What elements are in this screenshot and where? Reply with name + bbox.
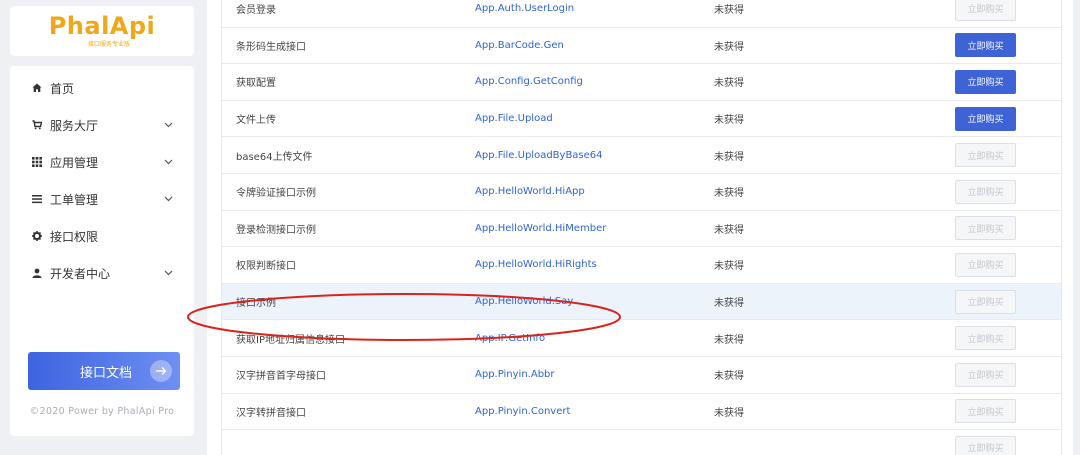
sidebar-item-api-permission[interactable]: 接口权限 (10, 218, 194, 254)
buy-now-button[interactable]: 立即购买 (955, 399, 1016, 424)
table-row: 权限判断接口 App.HelloWorld.HiRights 未获得 立即购买 (222, 247, 1061, 284)
arrow-right-icon (150, 360, 172, 382)
api-path-link[interactable]: App.Pinyin.Convert (475, 394, 570, 430)
api-name: 接口示例 (236, 298, 276, 310)
gear-icon (30, 229, 44, 243)
api-path-link[interactable]: App.IP.GetInfo (475, 320, 545, 356)
buy-now-button[interactable]: 立即购买 (955, 362, 1016, 387)
chevron-down-icon (162, 156, 174, 168)
api-status: 未获得 (714, 78, 744, 90)
logo-text: PhalApi (48, 12, 156, 40)
sidebar-item-developer-center[interactable]: 开发者中心 (10, 255, 194, 291)
api-name: 获取IP地址归属信息接口 (236, 334, 345, 346)
buy-now-button[interactable]: 立即购买 (955, 106, 1016, 131)
chevron-down-icon (162, 267, 174, 279)
buy-now-button[interactable]: 立即购买 (955, 33, 1016, 58)
sidebar-item-home[interactable]: 首页 (10, 70, 194, 106)
api-name: 汉字转拼音接口 (236, 407, 306, 419)
api-name: 汉字拼音首字母接口 (236, 371, 326, 383)
list-icon (30, 192, 44, 206)
sidebar-item-label: 应用管理 (50, 155, 99, 170)
sidebar-item-label: 首页 (50, 81, 75, 96)
table-row: 会员登录 App.Auth.UserLogin 未获得 立即购买 (222, 0, 1061, 28)
table-row: 接口示例 App.HelloWorld.Say 未获得 立即购买 (222, 283, 1061, 321)
api-path-link[interactable]: App.File.Upload (475, 101, 553, 137)
chevron-down-icon (162, 193, 174, 205)
table-row: 登录检测接口示例 App.HelloWorld.HiMember 未获得 立即购买 (222, 211, 1061, 248)
api-name: base64上传文件 (236, 151, 313, 163)
sidebar: 首页 服务大厅 应用管理 工单管理 接口权限 开发者中心 接口文档 ©2020 … (10, 66, 194, 436)
api-docs-button[interactable]: 接口文档 (28, 352, 180, 390)
api-docs-label: 接口文档 (80, 365, 133, 381)
api-status: 未获得 (714, 261, 744, 273)
api-status: 未获得 (714, 224, 744, 236)
buy-now-button[interactable]: 立即购买 (955, 0, 1016, 21)
table-row: 文件上传 App.File.Upload 未获得 立即购买 (222, 101, 1061, 138)
api-status: 未获得 (714, 188, 744, 200)
buy-now-button[interactable]: 立即购买 (955, 289, 1016, 314)
chevron-down-icon (162, 119, 174, 131)
buy-now-button[interactable]: 立即购买 (955, 216, 1016, 241)
logo[interactable]: PhalApi 接口服务专业版 (10, 6, 194, 56)
api-path-link[interactable]: App.HelloWorld.Say (475, 284, 573, 320)
table-row: 汉字拼音首字母接口 App.Pinyin.Abbr 未获得 立即购买 (222, 357, 1061, 394)
sidebar-item-app-management[interactable]: 应用管理 (10, 144, 194, 180)
table-row: 获取IP地址归属信息接口 App.IP.GetInfo 未获得 立即购买 (222, 320, 1061, 357)
api-status: 未获得 (714, 5, 744, 17)
home-icon (30, 81, 44, 95)
buy-now-button[interactable]: 立即购买 (955, 179, 1016, 204)
table-row: base64上传文件 App.File.UploadByBase64 未获得 立即购买 (222, 137, 1061, 174)
api-path-link[interactable]: App.Config.GetConfig (475, 64, 583, 100)
api-status: 未获得 (714, 407, 744, 419)
api-name: 获取配置 (236, 78, 276, 90)
buy-now-button[interactable]: 立即购买 (955, 252, 1016, 277)
sidebar-item-ticket-management[interactable]: 工单管理 (10, 181, 194, 217)
api-path-link[interactable]: App.Pinyin.Abbr (475, 357, 555, 393)
api-path-link[interactable]: App.HelloWorld.HiApp (475, 174, 585, 210)
table-row: 获取配置 App.Config.GetConfig 未获得 立即购买 (222, 64, 1061, 101)
main-panel: 会员登录 App.Auth.UserLogin 未获得 立即购买 条形码生成接口 App.… (207, 0, 1073, 455)
api-status: 未获得 (714, 151, 744, 163)
sidebar-item-label: 工单管理 (50, 192, 99, 207)
table-row: 汉字转拼音接口 App.Pinyin.Convert 未获得 立即购买 (222, 394, 1061, 431)
buy-now-button[interactable]: 立即购买 (955, 143, 1016, 168)
api-name: 权限判断接口 (236, 261, 296, 273)
table-row: 条形码生成接口 App.BarCode.Gen 未获得 立即购买 (222, 28, 1061, 65)
api-status: 未获得 (714, 298, 744, 310)
buy-now-button[interactable]: 立即购买 (955, 69, 1016, 94)
api-path-link[interactable]: App.HelloWorld.HiMember (475, 211, 606, 247)
copyright: ©2020 Power by PhalApi Pro (29, 406, 175, 417)
api-name: 会员登录 (236, 5, 276, 17)
buy-now-button[interactable]: 立即购买 (955, 435, 1016, 455)
api-path-link[interactable]: App.HelloWorld.HiRights (475, 247, 597, 283)
api-name: 登录检测接口示例 (236, 224, 316, 236)
table-row: 立即购买 (222, 430, 1061, 455)
logo-subtitle: 接口服务专业版 (87, 41, 130, 48)
cart-icon (30, 118, 44, 132)
sidebar-item-label: 开发者中心 (50, 266, 111, 281)
api-status: 未获得 (714, 334, 744, 346)
api-name: 文件上传 (236, 115, 276, 127)
api-status: 未获得 (714, 115, 744, 127)
api-status: 未获得 (714, 41, 744, 53)
sidebar-item-label: 服务大厅 (50, 118, 99, 133)
api-path-link[interactable]: App.Auth.UserLogin (475, 0, 574, 27)
sidebar-item-service-hall[interactable]: 服务大厅 (10, 107, 194, 143)
table-row: 令牌验证接口示例 App.HelloWorld.HiApp 未获得 立即购买 (222, 174, 1061, 211)
api-path-link[interactable]: App.File.UploadByBase64 (475, 137, 603, 173)
api-name: 令牌验证接口示例 (236, 188, 316, 200)
api-name: 条形码生成接口 (236, 41, 306, 53)
grid-icon (30, 155, 44, 169)
user-icon (30, 266, 44, 280)
sidebar-item-label: 接口权限 (50, 229, 99, 244)
buy-now-button[interactable]: 立即购买 (955, 326, 1016, 351)
api-table: 会员登录 App.Auth.UserLogin 未获得 立即购买 条形码生成接口 App.… (221, 0, 1062, 455)
api-status: 未获得 (714, 371, 744, 383)
api-path-link[interactable]: App.BarCode.Gen (475, 28, 564, 64)
